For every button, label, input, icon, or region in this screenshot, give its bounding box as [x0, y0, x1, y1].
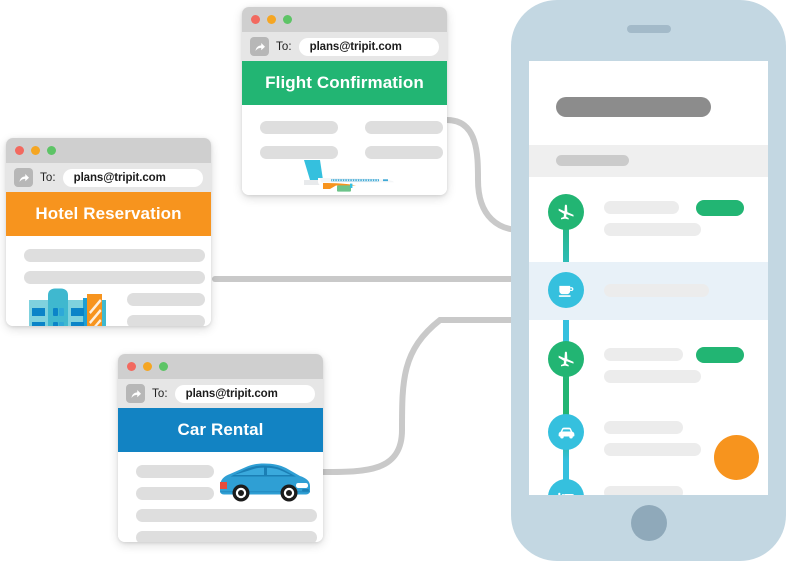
- timeline-line-5a: [604, 486, 683, 495]
- flight-to-phone-connector: [444, 117, 523, 233]
- window-body: [6, 236, 211, 326]
- recipient-bar: To: plans@tripit.com: [118, 379, 323, 408]
- recipient-value: plans@tripit.com: [309, 40, 402, 53]
- window-body: [118, 452, 323, 542]
- timeline-node-airplane-2[interactable]: [548, 341, 584, 377]
- airplane-illustration: [304, 160, 395, 192]
- bed-icon: [557, 492, 574, 495]
- content-bar: [136, 531, 317, 542]
- timeline-line-4a: [604, 421, 683, 434]
- timeline-line-3b: [604, 370, 701, 383]
- car-icon: [558, 427, 574, 438]
- content-bar: [365, 121, 443, 134]
- window-body: [242, 105, 447, 195]
- window-banner-title: Car Rental: [177, 420, 264, 439]
- content-bar: [136, 465, 214, 478]
- timeline-line-4b: [604, 443, 701, 456]
- window-titlebar: [242, 7, 447, 32]
- timeline-node-car[interactable]: [548, 414, 584, 450]
- timeline-line-3a: [604, 348, 683, 361]
- to-label: To:: [40, 171, 56, 184]
- recipient-bar: To: plans@tripit.com: [6, 163, 211, 192]
- zoom-button[interactable]: [47, 146, 56, 155]
- car-illustration: [220, 463, 310, 502]
- to-label: To:: [276, 40, 292, 53]
- window-titlebar: [6, 138, 211, 163]
- recipient-value: plans@tripit.com: [185, 387, 278, 400]
- hotel-reservation-window[interactable]: To: plans@tripit.com Hotel Reservation: [6, 138, 211, 326]
- close-button[interactable]: [15, 146, 24, 155]
- earpiece-speaker: [626, 25, 671, 33]
- phone-mockup: [511, 0, 786, 561]
- recipient-bar: To: plans@tripit.com: [242, 32, 447, 61]
- window-banner-title: Hotel Reservation: [35, 204, 182, 223]
- add-plan-fab[interactable]: [714, 435, 759, 480]
- timeline-line-1a: [604, 201, 679, 214]
- zoom-button[interactable]: [159, 362, 168, 371]
- phone-screen: [529, 61, 768, 495]
- content-bar: [136, 487, 214, 500]
- recipient-field[interactable]: plans@tripit.com: [174, 384, 315, 403]
- content-bar: [24, 249, 205, 262]
- content-bar: [260, 121, 338, 134]
- timeline-badge-1: [696, 200, 744, 216]
- hotel-building-illustration: [29, 288, 106, 326]
- car-rental-window[interactable]: To: plans@tripit.com Car Rental: [118, 354, 323, 542]
- forward-arrow-icon[interactable]: [250, 37, 269, 56]
- content-bar: [24, 271, 205, 284]
- window-banner: Car Rental: [118, 408, 323, 452]
- minimize-button[interactable]: [143, 362, 152, 371]
- scene-root: To: plans@tripit.com Flight Confirmation: [0, 0, 786, 561]
- window-banner: Hotel Reservation: [6, 192, 211, 236]
- window-banner: Flight Confirmation: [242, 61, 447, 105]
- content-bar: [136, 509, 317, 522]
- recipient-value: plans@tripit.com: [73, 171, 166, 184]
- timeline-node-airplane-1[interactable]: [548, 194, 584, 230]
- airplane-icon: [558, 204, 574, 220]
- close-button[interactable]: [251, 15, 260, 24]
- car-to-phone-connector: [320, 317, 523, 475]
- airplane-icon: [558, 351, 574, 367]
- forward-arrow-icon[interactable]: [126, 384, 145, 403]
- timeline-line-2a: [604, 284, 709, 297]
- home-button[interactable]: [630, 505, 667, 541]
- window-titlebar: [118, 354, 323, 379]
- content-bar: [127, 315, 205, 326]
- flight-confirmation-window[interactable]: To: plans@tripit.com Flight Confirmation: [242, 7, 447, 195]
- close-button[interactable]: [127, 362, 136, 371]
- content-bar: [127, 293, 205, 306]
- coffee-cup-icon: [558, 285, 574, 297]
- timeline-node-coffee[interactable]: [548, 272, 584, 308]
- recipient-field[interactable]: plans@tripit.com: [62, 168, 203, 187]
- timeline-badge-2: [696, 347, 744, 363]
- minimize-button[interactable]: [267, 15, 276, 24]
- recipient-field[interactable]: plans@tripit.com: [298, 37, 439, 56]
- zoom-button[interactable]: [283, 15, 292, 24]
- timeline-line-1b: [604, 223, 701, 236]
- forward-arrow-icon[interactable]: [14, 168, 33, 187]
- window-banner-title: Flight Confirmation: [265, 73, 424, 92]
- minimize-button[interactable]: [31, 146, 40, 155]
- to-label: To:: [152, 387, 168, 400]
